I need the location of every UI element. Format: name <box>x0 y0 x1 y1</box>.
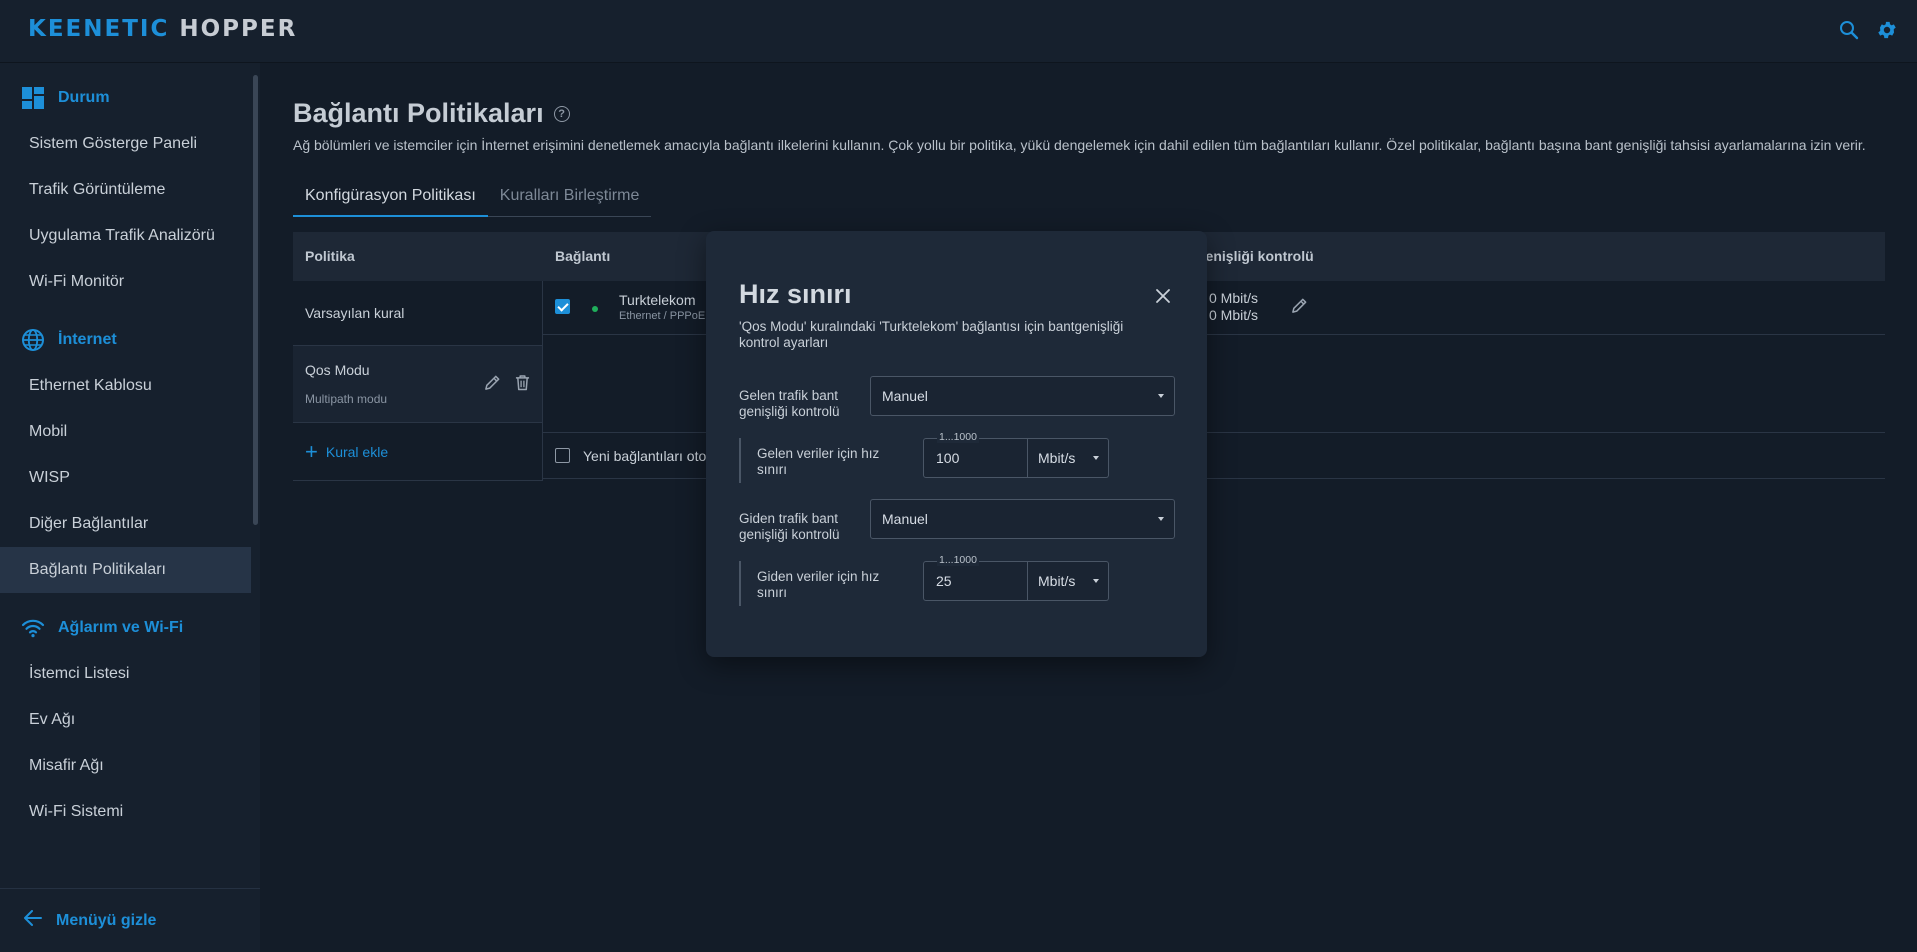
sidebar-section-title: İnternet <box>58 331 117 348</box>
policy-name: Varsayılan kural <box>305 305 405 321</box>
policy-list: Varsayılan kural Qos Modu Multipath modu <box>293 281 543 481</box>
sidebar-item-trafik-goruntuleme[interactable]: Trafik Görüntüleme <box>0 167 260 213</box>
sidebar-item-istemci-listesi[interactable]: İstemci Listesi <box>0 651 260 697</box>
outgoing-limit-value: 25 <box>936 573 952 589</box>
chevron-down-icon <box>1158 394 1164 398</box>
sidebar-item-mobil[interactable]: Mobil <box>0 409 260 455</box>
tab-konfigurasyon-politikasi[interactable]: Konfigürasyon Politikası <box>293 177 488 217</box>
close-icon[interactable] <box>1155 288 1173 306</box>
top-bar: KEENETIC HOPPER <box>0 0 1917 63</box>
policy-actions <box>484 374 530 394</box>
outgoing-bandwidth-label: Giden trafik bant genişliği kontrolü <box>739 511 840 542</box>
incoming-mode-value: Manuel <box>882 388 928 404</box>
outgoing-unit-select[interactable]: Mbit/s <box>1028 561 1109 601</box>
policy-row-qos[interactable]: Qos Modu Multipath modu <box>293 346 542 423</box>
sidebar-section-aglarim-ve-wifi[interactable]: Ağlarım ve Wi-Fi <box>0 605 260 651</box>
sidebar-item-baglanti-politikalari[interactable]: Bağlantı Politikaları <box>0 547 251 593</box>
policy-row-default[interactable]: Varsayılan kural <box>293 281 542 346</box>
plus-icon: + <box>305 438 318 464</box>
auto-new-connections-label: Yeni bağlantıları oto <box>583 447 707 464</box>
sidebar-section-durum[interactable]: Durum <box>0 75 260 121</box>
hide-menu-label: Menüyü gizle <box>56 911 157 929</box>
top-icons <box>1837 18 1899 42</box>
help-icon[interactable]: ? <box>553 105 570 122</box>
incoming-group-bar <box>739 438 741 483</box>
edit-icon[interactable] <box>1291 297 1308 319</box>
bandwidth-values: 0 Mbit/s 0 Mbit/s <box>1209 290 1258 324</box>
page-title-text: Bağlantı Politikaları <box>293 98 544 128</box>
sidebar-section-title: Ağlarım ve Wi-Fi <box>58 619 184 636</box>
sidebar-item-diger-baglantilar[interactable]: Diğer Bağlantılar <box>0 501 260 547</box>
dialog-description: 'Qos Modu' kuralındaki 'Turktelekom' bağ… <box>739 319 1124 350</box>
edit-icon[interactable] <box>484 374 501 394</box>
incoming-unit-select[interactable]: Mbit/s <box>1028 438 1109 478</box>
search-icon[interactable] <box>1837 18 1861 42</box>
sidebar-item-wifi-monitor[interactable]: Wi-Fi Monitör <box>0 259 260 305</box>
column-header-policy: Politika <box>305 248 355 264</box>
sidebar: Durum Sistem Gösterge Paneli Trafik Görü… <box>0 63 260 952</box>
gear-icon[interactable] <box>1875 18 1899 42</box>
dashboard-icon <box>20 85 46 111</box>
connection-name: Turktelekom <box>619 292 696 308</box>
add-rule-button[interactable]: + Kural ekle <box>293 423 542 481</box>
incoming-limit-label: Gelen veriler için hız sınırı <box>757 446 880 477</box>
add-rule-label: Kural ekle <box>325 443 389 460</box>
page-title: Bağlantı Politikaları ? <box>293 98 570 129</box>
sidebar-item-wifi-sistemi[interactable]: Wi-Fi Sistemi <box>0 789 260 835</box>
incoming-range-hint: 1...1000 <box>937 431 979 443</box>
arrow-left-icon <box>24 910 42 931</box>
sidebar-item-misafir-agi[interactable]: Misafir Ağı <box>0 743 260 789</box>
incoming-mode-select[interactable]: Manuel <box>870 376 1175 416</box>
outgoing-group-bar <box>739 561 741 606</box>
outgoing-range-hint: 1...1000 <box>937 554 979 566</box>
bandwidth-out: 0 Mbit/s <box>1209 307 1259 323</box>
chevron-down-icon <box>1093 579 1099 583</box>
outgoing-mode-value: Manuel <box>882 511 928 527</box>
policy-mode: Multipath modu <box>305 392 388 406</box>
trash-icon[interactable] <box>515 374 530 394</box>
outgoing-mode-select[interactable]: Manuel <box>870 499 1175 539</box>
globe-icon <box>20 327 46 353</box>
sidebar-menu: Durum Sistem Gösterge Paneli Trafik Görü… <box>0 63 260 888</box>
incoming-bandwidth-label: Gelen trafik bant genişliği kontrolü <box>739 388 840 419</box>
brand-logo[interactable]: KEENETIC HOPPER <box>28 16 297 42</box>
sidebar-item-sistem-gosterge-paneli[interactable]: Sistem Gösterge Paneli <box>0 121 260 167</box>
policy-name: Qos Modu <box>305 362 370 378</box>
column-header-bandwidth: genişliği kontrolü <box>1197 248 1314 264</box>
sidebar-item-ethernet-kablosu[interactable]: Ethernet Kablosu <box>0 363 260 409</box>
incoming-limit-input[interactable]: 100 <box>923 438 1028 478</box>
auto-new-connections-checkbox[interactable] <box>555 448 570 463</box>
sidebar-item-ev-agi[interactable]: Ev Ağı <box>0 697 260 743</box>
sidebar-item-wisp[interactable]: WISP <box>0 455 260 501</box>
wifi-icon <box>20 615 46 641</box>
incoming-unit-value: Mbit/s <box>1038 450 1076 466</box>
outgoing-unit-value: Mbit/s <box>1038 573 1076 589</box>
hide-menu-button[interactable]: Menüyü gizle <box>0 888 260 952</box>
speed-limit-dialog: Hız sınırı 'Qos Modu' kuralındaki 'Turkt… <box>706 231 1207 657</box>
sidebar-scrollbar[interactable] <box>253 75 258 525</box>
connection-checkbox[interactable] <box>555 299 570 314</box>
outgoing-limit-label: Giden veriler için hız sınırı <box>757 569 880 600</box>
brand-part1: KEENETIC <box>28 16 170 42</box>
policy-tabs: Konfigürasyon Politikası Kuralları Birle… <box>293 177 652 217</box>
brand-part2: HOPPER <box>179 16 298 42</box>
chevron-down-icon <box>1158 517 1164 521</box>
connection-type: Ethernet / PPPoE <box>619 310 706 322</box>
page-description: Ağ bölümleri ve istemciler için İnternet… <box>293 137 1866 153</box>
incoming-limit-value: 100 <box>936 450 960 466</box>
column-header-connection-label: Bağlantı <box>555 248 611 264</box>
sidebar-section-internet[interactable]: İnternet <box>0 317 260 363</box>
chevron-down-icon <box>1093 456 1099 460</box>
dialog-title: Hız sınırı <box>739 279 852 309</box>
sidebar-item-uygulama-trafik-analizoru[interactable]: Uygulama Trafik Analizörü <box>0 213 260 259</box>
sidebar-section-title: Durum <box>58 89 110 106</box>
outgoing-limit-input[interactable]: 25 <box>923 561 1028 601</box>
bandwidth-in: 0 Mbit/s <box>1209 290 1259 306</box>
tab-kurallari-birlestirme[interactable]: Kuralları Birleştirme <box>488 177 652 216</box>
status-dot <box>592 306 598 312</box>
